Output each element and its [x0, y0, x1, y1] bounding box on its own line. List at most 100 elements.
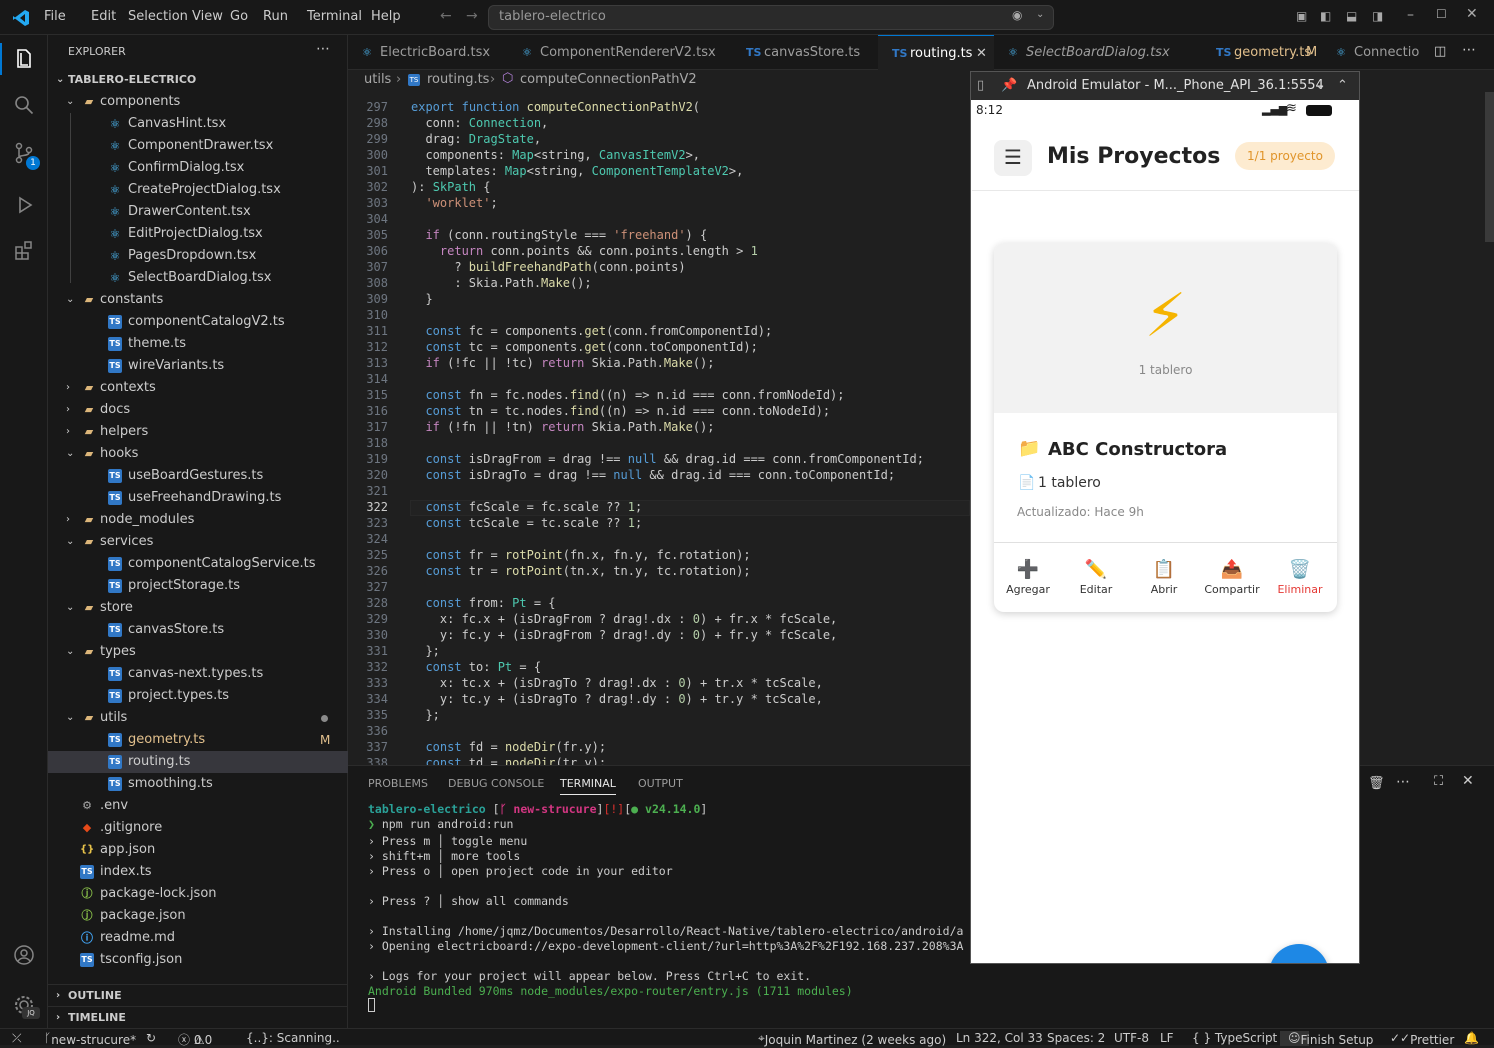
- code-line[interactable]: };: [411, 644, 439, 658]
- more-actions-icon[interactable]: ⋯: [316, 41, 330, 57]
- file-item[interactable]: TS canvas-next.types.ts: [48, 663, 348, 685]
- code-line[interactable]: ? buildFreehandPath(conn.points): [411, 260, 685, 274]
- folder-item[interactable]: › ▰ docs: [48, 399, 348, 421]
- prettier-status[interactable]: ✓✓ Prettier: [1390, 1031, 1454, 1047]
- panel-tab-terminal[interactable]: TERMINAL: [560, 777, 616, 795]
- file-item[interactable]: TS index.ts: [48, 861, 348, 883]
- code-line[interactable]: export function computeConnectionPathV2(: [411, 100, 700, 114]
- file-item[interactable]: TS smoothing.ts: [48, 773, 348, 795]
- code-line[interactable]: if (!fc || !tc) return Skia.Path.Make();: [411, 356, 714, 370]
- notifications-bell-icon[interactable]: 🔔: [1464, 1031, 1479, 1045]
- menu-terminal[interactable]: Terminal: [307, 9, 362, 24]
- menu-edit[interactable]: Edit: [91, 9, 116, 24]
- file-item[interactable]: ⚛ DrawerContent.tsx: [48, 201, 348, 223]
- file-item[interactable]: ◆ .gitignore: [48, 817, 348, 839]
- pin-icon[interactable]: 📌: [1001, 72, 1017, 100]
- blame-status[interactable]: ⌖ Joquin Martinez (2 weeks ago): [758, 1031, 946, 1047]
- code-line[interactable]: templates: Map<string, ComponentTemplate…: [411, 164, 743, 178]
- eliminar-button[interactable]: 🗑️ Eliminar: [1270, 559, 1330, 596]
- minimap[interactable]: [1360, 92, 1494, 765]
- run-debug-icon[interactable]: [12, 193, 36, 217]
- language-mode[interactable]: { } TypeScript: [1192, 1031, 1277, 1045]
- panel-more-icon[interactable]: ⋯: [1396, 774, 1410, 790]
- menu-selection[interactable]: Selection: [128, 9, 188, 24]
- toggle-sidebar-icon[interactable]: ◧: [1320, 9, 1331, 23]
- scrollbar-thumb[interactable]: [1485, 92, 1494, 242]
- search-icon[interactable]: [12, 93, 36, 117]
- file-item[interactable]: ⚛ ConfirmDialog.tsx: [48, 157, 348, 179]
- code-line[interactable]: const fc = components.get(conn.fromCompo…: [411, 324, 772, 338]
- tab-connectio[interactable]: ⚛ Connectio: [1322, 35, 1419, 70]
- menu-file[interactable]: File: [44, 9, 66, 24]
- editor-more-icon[interactable]: ⋯: [1462, 42, 1476, 58]
- menu-view[interactable]: View: [192, 9, 223, 24]
- code-line[interactable]: const tc = components.get(conn.toCompone…: [411, 340, 757, 354]
- code-line[interactable]: }: [411, 292, 432, 306]
- finish-setup-button[interactable]: ☺ Finish Setup: [1280, 1031, 1373, 1047]
- toggle-secondary-sidebar-icon[interactable]: ◨: [1372, 9, 1383, 23]
- close-window-icon[interactable]: ✕: [1466, 6, 1478, 22]
- file-item[interactable]: ⚛ PagesDropdown.tsx: [48, 245, 348, 267]
- trash-icon[interactable]: 🗑: [1368, 776, 1385, 791]
- file-item[interactable]: TS useBoardGestures.ts: [48, 465, 348, 487]
- code-line[interactable]: ): SkPath {: [411, 180, 491, 194]
- file-item[interactable]: TS projectStorage.ts: [48, 575, 348, 597]
- problems-status[interactable]: ⓧ 0 ⚠ 0: [178, 1031, 212, 1048]
- code-line[interactable]: conn: Connection,: [411, 116, 548, 130]
- code-line[interactable]: const tr = rotPoint(tn.x, tn.y, tc.rotat…: [411, 564, 750, 578]
- code-line[interactable]: const to: Pt = {: [411, 660, 541, 674]
- code-line[interactable]: if (conn.routingStyle === 'freehand') {: [411, 228, 707, 242]
- folder-item[interactable]: ⌄ ▰ hooks: [48, 443, 348, 465]
- minimize-icon[interactable]: –: [1407, 7, 1414, 23]
- indentation[interactable]: Spaces: 2: [1047, 1031, 1105, 1045]
- account-icon[interactable]: [12, 943, 36, 967]
- explorer-icon[interactable]: [12, 47, 36, 71]
- file-item[interactable]: ⚙ .env: [48, 795, 348, 817]
- branch-status[interactable]: ᚴ new-strucure*: [44, 1031, 136, 1047]
- code-line[interactable]: const tcScale = tc.scale ?? 1;: [411, 516, 642, 530]
- file-item[interactable]: TS canvasStore.ts: [48, 619, 348, 641]
- menu-go[interactable]: Go: [230, 9, 248, 24]
- file-item[interactable]: TS routing.ts: [48, 751, 348, 773]
- code-line[interactable]: : Skia.Path.Make();: [411, 276, 591, 290]
- code-line[interactable]: const fn = fc.nodes.find((n) => n.id ===…: [411, 388, 844, 402]
- folder-item[interactable]: ⌄ ▰ components: [48, 91, 348, 113]
- panel-tab-problems[interactable]: PROBLEMS: [368, 777, 428, 790]
- maximize-icon[interactable]: ☐: [1436, 7, 1447, 21]
- folder-item[interactable]: ⌄ ▰ services: [48, 531, 348, 553]
- toggle-panel-icon[interactable]: ⬓: [1346, 9, 1357, 23]
- code-line[interactable]: drag: DragState,: [411, 132, 541, 146]
- chevron-down-icon[interactable]: ⌄: [1315, 72, 1326, 100]
- code-line[interactable]: const isDragFrom = drag !== null && drag…: [411, 452, 924, 466]
- code-line[interactable]: const isDragTo = drag !== null && drag.i…: [411, 468, 895, 482]
- tab-electricboard-tsx[interactable]: ⚛ ElectricBoard.tsx: [348, 35, 508, 70]
- panel-tab-output[interactable]: OUTPUT: [638, 777, 683, 790]
- file-item[interactable]: ⓙ package.json: [48, 905, 348, 927]
- file-item[interactable]: TS componentCatalogV2.ts: [48, 311, 348, 333]
- tab-selectboarddialog-tsx[interactable]: ⚛ SelectBoardDialog.tsx: [994, 35, 1202, 70]
- file-item[interactable]: ⚛ SelectBoardDialog.tsx: [48, 267, 348, 289]
- file-item[interactable]: TS componentCatalogService.ts: [48, 553, 348, 575]
- folder-item[interactable]: ⌄ ▰ utils: [48, 707, 348, 729]
- nav-back-icon[interactable]: ←: [440, 8, 452, 24]
- tab-canvasstore-ts[interactable]: TS canvasStore.ts: [732, 35, 878, 70]
- split-editor-icon[interactable]: ◫: [1434, 44, 1446, 59]
- panel-tab-debug-console[interactable]: DEBUG CONSOLE: [448, 777, 544, 790]
- code-line[interactable]: components: Map<string, CanvasItemV2>,: [411, 148, 700, 162]
- folder-item[interactable]: ⌄ ▰ store: [48, 597, 348, 619]
- editar-button[interactable]: ✏️ Editar: [1066, 559, 1126, 596]
- file-item[interactable]: {} app.json: [48, 839, 348, 861]
- chevron-up-icon[interactable]: ⌃: [1337, 72, 1348, 100]
- breadcrumb-file[interactable]: routing.ts: [427, 72, 489, 87]
- project-card[interactable]: ⚡ 1 tablero 📁 ABC Constructora 📄 1 table…: [994, 243, 1337, 612]
- extensions-icon[interactable]: [12, 239, 36, 263]
- folder-item[interactable]: › ▰ contexts: [48, 377, 348, 399]
- file-item[interactable]: ⚛ EditProjectDialog.tsx: [48, 223, 348, 245]
- file-item[interactable]: TS project.types.ts: [48, 685, 348, 707]
- maximize-panel-icon[interactable]: ⛶: [1434, 774, 1443, 789]
- code-line[interactable]: const tn = tc.nodes.find((n) => n.id ===…: [411, 404, 830, 418]
- file-item[interactable]: TS geometry.ts M: [48, 729, 348, 751]
- nav-forward-icon[interactable]: →: [466, 8, 478, 24]
- code-line[interactable]: };: [411, 708, 439, 722]
- folder-item[interactable]: › ▰ node_modules: [48, 509, 348, 531]
